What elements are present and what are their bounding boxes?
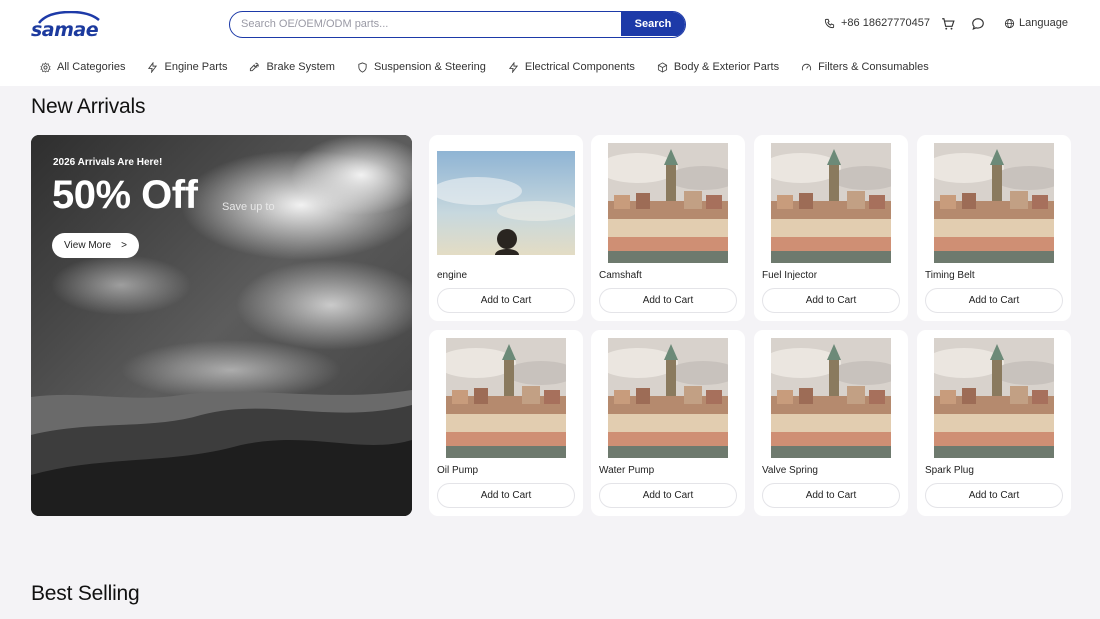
- add-to-cart-button[interactable]: Add to Cart: [762, 483, 900, 508]
- bolt-icon: [148, 61, 158, 73]
- product-image-city: [771, 143, 891, 263]
- city-image: [608, 338, 728, 458]
- view-more-button[interactable]: View More >: [52, 233, 139, 258]
- product-image-city: [934, 143, 1054, 263]
- brand-logo-text: samae: [31, 19, 99, 41]
- banner-subtitle: 2026 Arrivals Are Here!: [53, 157, 163, 168]
- section-title-new-arrivals: New Arrivals: [31, 95, 146, 118]
- product-name[interactable]: Camshaft: [599, 270, 642, 281]
- product-card[interactable]: Fuel Injector Add to Cart: [754, 135, 908, 321]
- brand-logo[interactable]: samae: [31, 11, 101, 41]
- product-card[interactable]: Timing Belt Add to Cart: [917, 135, 1071, 321]
- bolt-icon: [508, 61, 518, 73]
- nav-label: Engine Parts: [164, 61, 228, 73]
- nav-item-all-categories[interactable]: All Categories: [40, 60, 125, 74]
- settings-icon: [40, 61, 51, 73]
- product-image-city: [934, 338, 1054, 458]
- chat-icon[interactable]: [971, 17, 985, 31]
- product-name[interactable]: Spark Plug: [925, 465, 974, 476]
- nav-label: Brake System: [266, 61, 335, 73]
- product-image-city: [771, 338, 891, 458]
- search-input[interactable]: [230, 12, 622, 36]
- product-card[interactable]: Water Pump Add to Cart: [591, 330, 745, 516]
- product-name[interactable]: Water Pump: [599, 465, 654, 476]
- box-icon: [657, 61, 667, 73]
- product-name[interactable]: engine: [437, 270, 467, 281]
- add-to-cart-button[interactable]: Add to Cart: [599, 288, 737, 313]
- section-title-best-selling: Best Selling: [31, 582, 140, 605]
- product-card[interactable]: Spark Plug Add to Cart: [917, 330, 1071, 516]
- city-image: [934, 338, 1054, 458]
- nav-label: All Categories: [57, 61, 126, 73]
- product-name[interactable]: Oil Pump: [437, 465, 478, 476]
- nav-item-body-exterior[interactable]: Body & Exterior Parts: [657, 60, 779, 74]
- add-to-cart-button[interactable]: Add to Cart: [925, 483, 1063, 508]
- phone-contact[interactable]: +86 18627770457: [824, 17, 930, 29]
- product-card[interactable]: engine Add to Cart: [429, 135, 583, 321]
- nav-item-filters-consumables[interactable]: Filters & Consumables: [801, 60, 929, 74]
- language-selector[interactable]: Language: [1004, 17, 1068, 29]
- product-image-city: [608, 338, 728, 458]
- nav-label: Electrical Components: [524, 61, 635, 73]
- add-to-cart-button[interactable]: Add to Cart: [599, 483, 737, 508]
- cart-icon[interactable]: [941, 17, 955, 31]
- nav-label: Suspension & Steering: [373, 61, 486, 73]
- nav-item-suspension-steering[interactable]: Suspension & Steering: [357, 60, 486, 74]
- phone-number: +86 18627770457: [841, 17, 931, 29]
- city-image: [771, 143, 891, 263]
- banner-save-text: Save up to: [222, 201, 275, 213]
- language-label: Language: [1019, 17, 1068, 29]
- product-image-city: [608, 143, 728, 263]
- product-card[interactable]: Oil Pump Add to Cart: [429, 330, 583, 516]
- product-image-city: [446, 338, 566, 458]
- phone-icon: [824, 18, 835, 28]
- product-image-sky: [437, 151, 575, 255]
- site-header: samae Search +86 18627770457 Language: [0, 0, 1100, 86]
- city-image: [608, 143, 728, 263]
- product-card[interactable]: Camshaft Add to Cart: [591, 135, 745, 321]
- category-nav: All Categories Engine Parts Brake System…: [40, 60, 951, 74]
- add-to-cart-button[interactable]: Add to Cart: [762, 288, 900, 313]
- search-bar: Search: [229, 11, 686, 38]
- gauge-icon: [802, 63, 812, 70]
- product-name[interactable]: Timing Belt: [925, 270, 975, 281]
- nav-item-brake-system[interactable]: Brake System: [249, 60, 335, 74]
- banner-headline: 50% Off: [52, 173, 198, 217]
- add-to-cart-button[interactable]: Add to Cart: [437, 288, 575, 313]
- nav-item-engine-parts[interactable]: Engine Parts: [147, 60, 227, 74]
- chevron-right-icon: >: [121, 240, 127, 251]
- city-image: [771, 338, 891, 458]
- add-to-cart-button[interactable]: Add to Cart: [437, 483, 575, 508]
- city-image: [446, 338, 566, 458]
- city-image: [934, 143, 1054, 263]
- promo-banner: 2026 Arrivals Are Here! 50% Off Save up …: [31, 135, 412, 516]
- globe-icon: [1004, 18, 1015, 28]
- product-name[interactable]: Valve Spring: [762, 465, 818, 476]
- view-more-label: View More: [64, 240, 112, 251]
- nav-label: Body & Exterior Parts: [673, 61, 780, 73]
- shield-icon: [358, 61, 367, 73]
- sky-person-image: [437, 151, 575, 255]
- product-card[interactable]: Valve Spring Add to Cart: [754, 330, 908, 516]
- nav-label: Filters & Consumables: [818, 61, 929, 73]
- wrench-icon: [250, 62, 260, 71]
- add-to-cart-button[interactable]: Add to Cart: [925, 288, 1063, 313]
- nav-item-electrical-components[interactable]: Electrical Components: [508, 60, 635, 74]
- search-button[interactable]: Search: [621, 12, 685, 36]
- product-name[interactable]: Fuel Injector: [762, 270, 817, 281]
